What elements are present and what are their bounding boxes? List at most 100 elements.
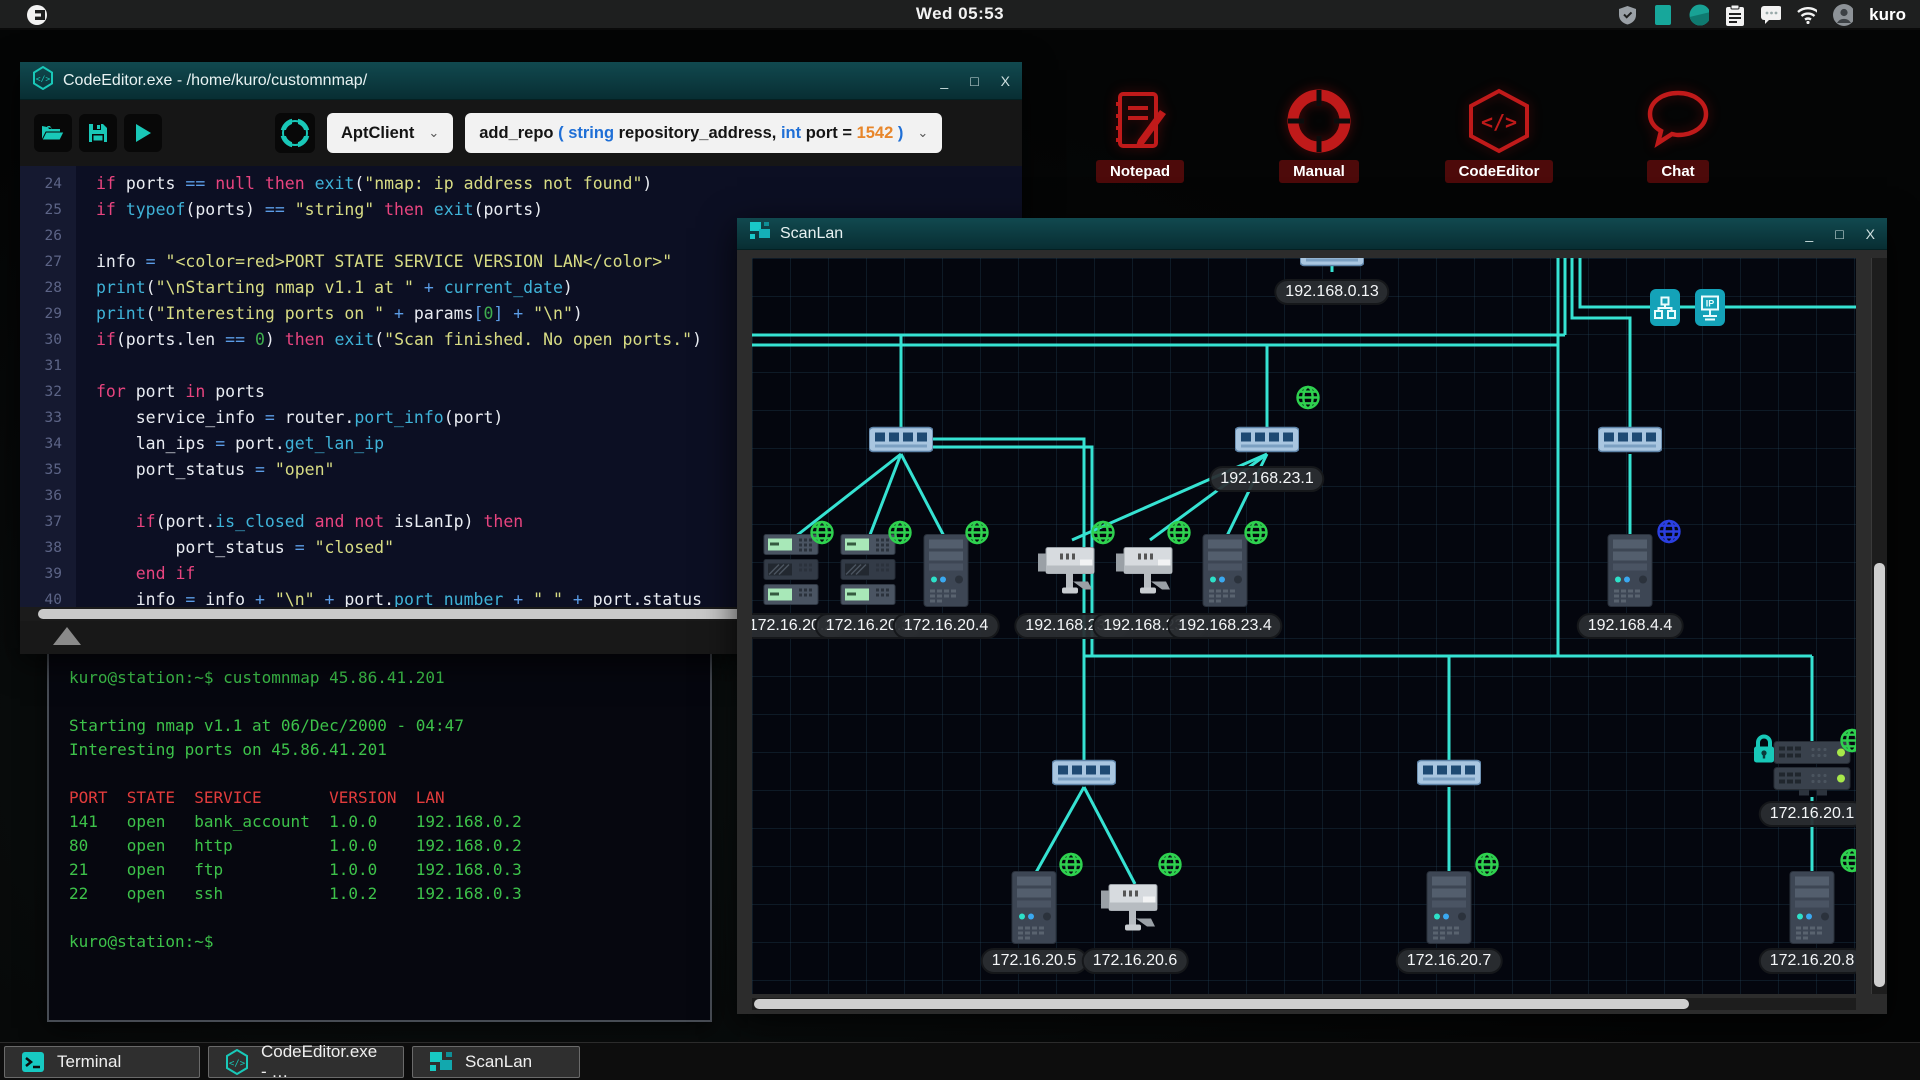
clipboard-icon[interactable] <box>1725 5 1745 25</box>
network-status-icon[interactable] <box>1689 5 1709 25</box>
chat-icon[interactable] <box>1761 5 1781 25</box>
line-number: 29 <box>20 301 62 327</box>
globe-green-icon <box>1839 848 1856 879</box>
code-text: if(ports.len == 0) then exit("Scan finis… <box>96 327 702 353</box>
line-number: 28 <box>20 275 62 301</box>
line-number: 40 <box>20 587 62 607</box>
line-number: 27 <box>20 249 62 275</box>
scanlan-icon <box>429 1050 453 1074</box>
task-button-label: CodeEditor.exe - … <box>261 1042 387 1080</box>
tower-node[interactable] <box>1011 871 1057 950</box>
scanlan-titlebar[interactable]: ScanLan _ □ X <box>737 218 1887 250</box>
desktop-icon-label: Manual <box>1279 160 1359 183</box>
line-number: 38 <box>20 535 62 561</box>
map-vertical-scrollbar[interactable] <box>1871 258 1887 994</box>
method-signature-dropdown[interactable]: add_repo ( string repository_address, in… <box>465 113 942 153</box>
node-ip-label: 192.168.23.4 <box>1167 613 1282 639</box>
node-ip-label: 172.16.20.4 <box>893 613 1000 639</box>
terminal-line: 21 open ftp 1.0.0 192.168.0.3 <box>69 858 710 882</box>
codeeditor-icon: </> <box>1429 88 1569 154</box>
close-button[interactable]: X <box>1001 73 1010 89</box>
save-file-button[interactable] <box>79 114 117 152</box>
terminal-line <box>69 906 710 930</box>
tower-node[interactable] <box>1607 534 1653 613</box>
line-number: 35 <box>20 457 62 483</box>
minimize-button[interactable]: _ <box>940 73 948 89</box>
system-tray: kuro <box>1617 0 1906 30</box>
switch-node[interactable] <box>1235 426 1299 459</box>
desktop-icon-manual[interactable]: Manual <box>1249 88 1389 183</box>
cam-node[interactable] <box>1101 875 1169 942</box>
globe-green-icon <box>1839 728 1856 759</box>
line-number: 37 <box>20 509 62 535</box>
task-button-terminal[interactable]: Terminal <box>4 1046 200 1078</box>
switch-node[interactable] <box>1417 759 1481 792</box>
code-text: print("Interesting ports on " + params[0… <box>96 301 583 327</box>
network-map[interactable]: 192.168.0.13 192.168.23.1 172.16.20 <box>752 258 1856 994</box>
switch-node[interactable] <box>1052 759 1116 792</box>
code-text: if typeof(ports) == "string" then exit(p… <box>96 197 543 223</box>
lock-icon <box>1751 735 1777 770</box>
scanlan-app-icon <box>749 221 771 246</box>
switch-node[interactable] <box>869 426 933 459</box>
globe-green-icon <box>1474 852 1500 883</box>
apt-client-icon <box>275 113 315 153</box>
chevron-down-icon: ⌄ <box>428 125 439 141</box>
line-number: 30 <box>20 327 62 353</box>
globe-green-icon <box>964 520 990 551</box>
notepad-icon <box>1070 88 1210 154</box>
desktop-icon-notepad[interactable]: Notepad <box>1070 88 1210 183</box>
terminal-line: 22 open ssh 1.0.2 192.168.0.3 <box>69 882 710 906</box>
switch-node[interactable] <box>1598 426 1662 459</box>
code-line: 24if ports == null then exit("nmap: ip a… <box>20 171 1022 197</box>
maximize-button[interactable]: □ <box>1835 226 1843 242</box>
code-text: service_info = router.port_info(port) <box>96 405 503 431</box>
task-button-codeeditor[interactable]: </>CodeEditor.exe - … <box>208 1046 404 1078</box>
line-number: 34 <box>20 431 62 457</box>
minimize-button[interactable]: _ <box>1805 226 1813 242</box>
maximize-button[interactable]: □ <box>970 73 978 89</box>
tower-node[interactable] <box>1789 871 1835 950</box>
terminal-icon <box>21 1050 45 1074</box>
open-file-button[interactable] <box>34 114 72 152</box>
chat-icon <box>1608 88 1748 154</box>
scroll-up-arrow[interactable] <box>53 627 81 645</box>
shield-check-icon[interactable] <box>1617 5 1637 25</box>
line-number: 36 <box>20 483 62 509</box>
net-tree-icon[interactable] <box>1650 289 1680 326</box>
tower-node[interactable] <box>923 534 969 613</box>
class-dropdown[interactable]: AptClient ⌄ <box>327 113 453 153</box>
globe-green-icon <box>1090 520 1116 551</box>
code-editor-titlebar[interactable]: </> CodeEditor.exe - /home/kuro/customnm… <box>20 62 1022 100</box>
code-text: lan_ips = port.get_lan_ip <box>96 431 384 457</box>
tower-node[interactable] <box>1426 871 1472 950</box>
avatar-icon[interactable] <box>1833 5 1853 25</box>
desktop-icon-chat[interactable]: Chat <box>1608 88 1748 183</box>
line-number: 33 <box>20 405 62 431</box>
screen-icon[interactable] <box>1653 5 1673 25</box>
tower-node[interactable] <box>1202 534 1248 613</box>
wifi-icon[interactable] <box>1797 5 1817 25</box>
node-ip-label: 172.16.20.1 <box>1759 801 1856 827</box>
terminal-line: PORT STATE SERVICE VERSION LAN <box>69 786 710 810</box>
chevron-down-icon: ⌄ <box>917 125 928 141</box>
close-button[interactable]: X <box>1866 226 1875 242</box>
node-ip-label: 192.168.23.1 <box>1209 466 1324 492</box>
terminal-line: 141 open bank_account 1.0.0 192.168.0.2 <box>69 810 710 834</box>
scanlan-window[interactable]: ScanLan _ □ X 192.168.0.13 192.168.23.1 <box>737 218 1887 1014</box>
task-button-scanlan[interactable]: ScanLan <box>412 1046 580 1078</box>
terminal-output: kuro@station:~$ customnmap 45.86.41.201S… <box>49 644 710 954</box>
line-number: 26 <box>20 223 62 249</box>
line-number: 24 <box>20 171 62 197</box>
terminal-line: Starting nmap v1.1 at 06/Dec/2000 - 04:4… <box>69 714 710 738</box>
ip-node-icon[interactable]: IP <box>1695 289 1725 326</box>
map-horizontal-scrollbar[interactable] <box>752 998 1856 1010</box>
scanlan-title: ScanLan <box>780 225 843 243</box>
switch-node[interactable] <box>1300 258 1364 273</box>
code-text: print("\nStarting nmap v1.1 at " + curre… <box>96 275 573 301</box>
run-script-button[interactable] <box>124 114 162 152</box>
desktop-icon-codeeditor[interactable]: </>CodeEditor <box>1429 88 1569 183</box>
code-text: for port in ports <box>96 379 265 405</box>
taskbar: Terminal </>CodeEditor.exe - … ScanLan <box>0 1042 1920 1080</box>
terminal-window[interactable]: kuro@station:~$ customnmap 45.86.41.201S… <box>47 642 712 1022</box>
